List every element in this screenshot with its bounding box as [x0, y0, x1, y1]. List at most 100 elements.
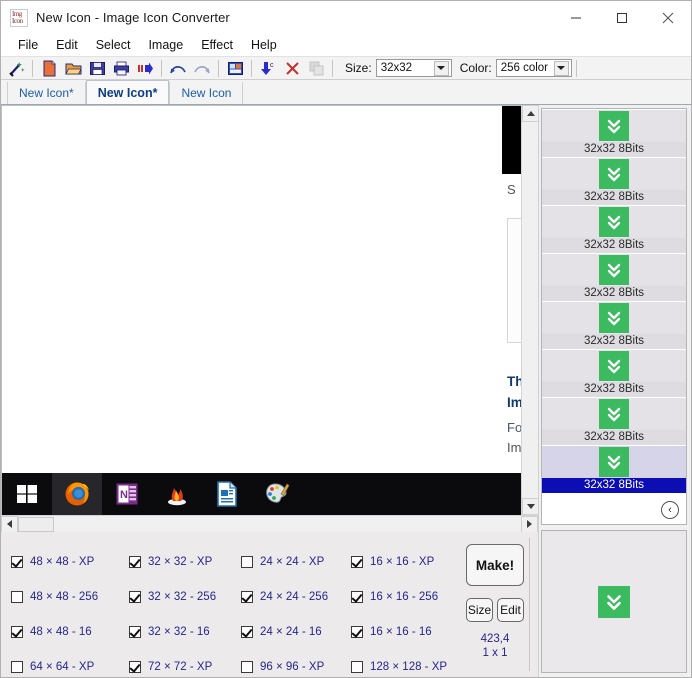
checkbox-row[interactable]: 48 × 48 - 256 [11, 579, 129, 614]
checkbox-row[interactable]: 48 × 48 - XP [11, 544, 129, 579]
checkbox-label: 24 × 24 - 16 [260, 625, 322, 638]
checkbox-row[interactable]: 48 × 48 - 16 [11, 614, 129, 649]
checkbox-label: 48 × 48 - 256 [30, 590, 99, 603]
checkbox-128x128-xp[interactable] [351, 660, 363, 673]
list-item[interactable]: 32x32 8Bits [542, 397, 686, 445]
toolbar-separator [218, 59, 219, 77]
checkbox-32x32-xp[interactable] [129, 555, 141, 568]
chevron-left-icon[interactable]: ‹ [661, 501, 679, 519]
list-item-label: 32x32 8Bits [542, 238, 686, 253]
list-item[interactable]: 32x32 8Bits [542, 253, 686, 301]
add-color-button[interactable]: c [256, 57, 280, 79]
tab-new-icon-3[interactable]: New Icon [169, 82, 244, 104]
svg-text:c: c [270, 62, 274, 69]
checkbox-24x24-16[interactable] [241, 625, 253, 638]
checkbox-96x96-xp[interactable] [241, 660, 253, 673]
list-item-label: 32x32 8Bits [542, 382, 686, 397]
checkbox-label: 96 × 96 - XP [260, 660, 325, 673]
checkbox-16x16-16[interactable] [351, 625, 363, 638]
print-button[interactable] [109, 57, 133, 79]
checkbox-16x16-256[interactable] [351, 590, 363, 603]
new-button[interactable] [37, 57, 61, 79]
canvas-horizontal-scrollbar[interactable] [1, 515, 539, 533]
printer-icon [113, 61, 129, 75]
menu-help[interactable]: Help [242, 36, 286, 54]
list-item[interactable]: 32x32 8Bits [542, 157, 686, 205]
checkbox-row[interactable]: 24 × 24 - 16 [241, 614, 351, 649]
edit-button[interactable]: Edit [497, 598, 524, 622]
checkbox-72x72-xp[interactable] [129, 660, 141, 673]
checkbox-row[interactable]: 16 × 16 - XP [351, 544, 461, 579]
scroll-down-button[interactable] [522, 498, 539, 515]
export-button[interactable] [133, 57, 157, 79]
chevron-down-icon[interactable] [553, 60, 569, 76]
checkbox-row[interactable]: 96 × 96 - XP [241, 649, 351, 678]
checkbox-64x64-xp[interactable] [11, 660, 23, 673]
checkbox-row[interactable]: 16 × 16 - 256 [351, 579, 461, 614]
size-field: Size: 32x32 [345, 59, 452, 77]
open-button[interactable] [61, 57, 85, 79]
undo-button[interactable] [166, 57, 190, 79]
tab-new-icon-2[interactable]: New Icon* [85, 80, 170, 104]
checkbox-32x32-256[interactable] [129, 590, 141, 603]
checkbox-row[interactable]: 24 × 24 - 256 [241, 579, 351, 614]
image-canvas[interactable]: S Th Im Fo Im [1, 105, 521, 515]
redo-button[interactable] [190, 57, 214, 79]
scroll-right-button[interactable] [521, 515, 538, 533]
size-button[interactable]: Size [466, 598, 493, 622]
image-properties-button[interactable] [223, 57, 247, 79]
minimize-button[interactable] [553, 1, 599, 34]
list-item[interactable]: 32x32 8Bits [542, 349, 686, 397]
maximize-button[interactable] [599, 1, 645, 34]
close-button[interactable] [645, 1, 691, 34]
checkbox-row[interactable]: 32 × 32 - 256 [129, 579, 241, 614]
firefox-icon [52, 473, 102, 515]
checkbox-48x48-16[interactable] [11, 625, 23, 638]
canvas-vertical-scrollbar[interactable] [521, 105, 539, 515]
color-select[interactable]: 256 color [495, 59, 572, 77]
canvas-text-fragment: Im [507, 395, 521, 410]
menu-file[interactable]: File [9, 36, 47, 54]
checkbox-row[interactable]: 128 × 128 - XP [351, 649, 461, 678]
checkbox-24x24-256[interactable] [241, 590, 253, 603]
horizontal-scroll-track[interactable] [18, 516, 521, 533]
size-select[interactable]: 32x32 [375, 59, 452, 77]
checkbox-label: 32 × 32 - XP [148, 555, 213, 568]
chevron-down-icon[interactable] [433, 60, 449, 76]
menu-image[interactable]: Image [139, 36, 192, 54]
scroll-left-button[interactable] [1, 515, 18, 533]
checkbox-48x48-xp[interactable] [11, 555, 23, 568]
checkbox-label: 48 × 48 - 16 [30, 625, 92, 638]
tab-new-icon-1[interactable]: New Icon* [7, 82, 86, 104]
double-chevron-down-icon [599, 399, 629, 429]
menu-effect[interactable]: Effect [192, 36, 242, 54]
checkbox-48x48-256[interactable] [11, 590, 23, 603]
window-controls [553, 1, 691, 34]
checkbox-row[interactable]: 16 × 16 - 16 [351, 614, 461, 649]
menu-edit[interactable]: Edit [47, 36, 87, 54]
list-item-label: 32x32 8Bits [542, 190, 686, 205]
color-value: 256 color [500, 62, 549, 74]
horizontal-scroll-thumb[interactable] [18, 516, 54, 532]
list-item[interactable]: 32x32 8Bits [542, 301, 686, 349]
scroll-up-button[interactable] [522, 105, 539, 122]
checkbox-32x32-16[interactable] [129, 625, 141, 638]
icon-variant-list[interactable]: 32x32 8Bits 32x32 8Bits 32x32 8Bits 32x3… [541, 108, 687, 525]
list-item-selected[interactable]: 32x32 8Bits [542, 445, 686, 493]
save-button[interactable] [85, 57, 109, 79]
list-item[interactable]: 32x32 8Bits [542, 205, 686, 253]
list-item[interactable]: 32x32 8Bits [542, 109, 686, 157]
delete-button[interactable] [280, 57, 304, 79]
checkbox-row[interactable]: 24 × 24 - XP [241, 544, 351, 579]
checkbox-24x24-xp[interactable] [241, 555, 253, 568]
canvas-taskbar-fragment: N [2, 473, 521, 515]
menu-select[interactable]: Select [87, 36, 140, 54]
checkbox-16x16-xp[interactable] [351, 555, 363, 568]
size-value: 32x32 [380, 62, 413, 74]
make-button[interactable]: Make! [466, 544, 524, 586]
checkbox-row[interactable]: 64 × 64 - XP [11, 649, 129, 678]
checkbox-row[interactable]: 32 × 32 - XP [129, 544, 241, 579]
checkbox-row[interactable]: 72 × 72 - XP [129, 649, 241, 678]
wizard-button[interactable] [4, 57, 28, 79]
checkbox-row[interactable]: 32 × 32 - 16 [129, 614, 241, 649]
